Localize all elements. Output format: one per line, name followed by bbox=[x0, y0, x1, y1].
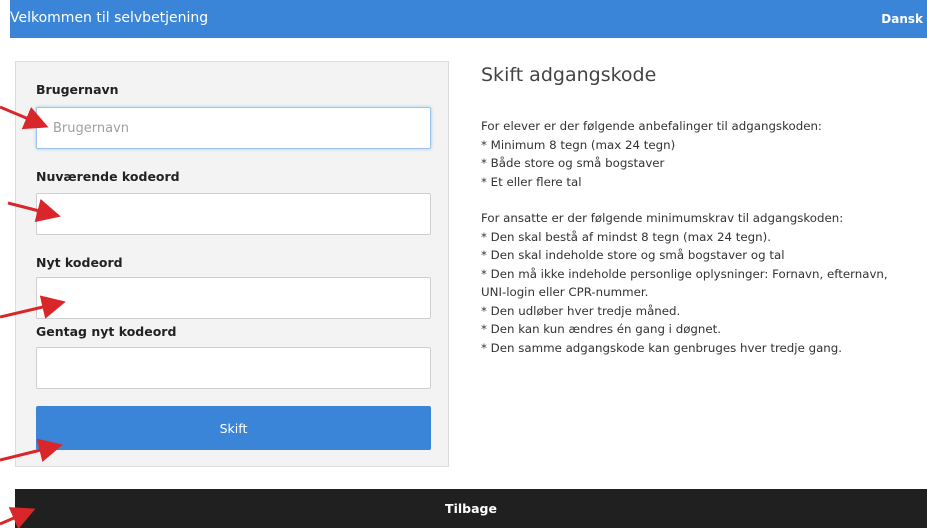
new-password-label: Nyt kodeord bbox=[36, 255, 123, 270]
current-password-label: Nuværende kodeord bbox=[36, 169, 180, 184]
employees-line: * Den kan kun ændres én gang i døgnet. bbox=[481, 322, 722, 336]
employees-line: * Den skal bestå af mindst 8 tegn (max 2… bbox=[481, 229, 771, 244]
username-input[interactable] bbox=[36, 107, 431, 149]
header-bar: Velkommen til selvbetjening Dansk bbox=[10, 0, 927, 38]
submit-button[interactable]: Skift bbox=[36, 406, 431, 450]
students-line: * Minimum 8 tegn (max 24 tegn) bbox=[481, 137, 676, 152]
students-line: * Et eller flere tal bbox=[481, 174, 582, 189]
employees-line: * Den udløber hver tredje måned. bbox=[481, 303, 681, 318]
employees-line: UNI-login eller CPR-nummer. bbox=[481, 285, 649, 299]
employees-line: * Den må ikke indeholde personlige oplys… bbox=[481, 266, 888, 281]
repeat-password-label: Gentag nyt kodeord bbox=[36, 324, 177, 339]
students-line: * Både store og små bogstaver bbox=[481, 156, 665, 170]
students-line: For elever er der følgende anbefalinger … bbox=[481, 119, 822, 133]
password-info: Skift adgangskode For elever er der følg… bbox=[481, 64, 921, 357]
employees-requirements: For ansatte er der følgende minimumskrav… bbox=[481, 209, 921, 357]
current-password-input[interactable] bbox=[36, 193, 431, 235]
username-label: Brugernavn bbox=[36, 82, 119, 97]
employees-line: * Den skal indeholde store og små bogsta… bbox=[481, 248, 785, 262]
change-password-form: Brugernavn Nuværende kodeord Nyt kodeord… bbox=[15, 61, 449, 467]
header-title: Velkommen til selvbetjening bbox=[10, 10, 209, 26]
employees-line: * Den samme adgangskode kan genbruges hv… bbox=[481, 340, 843, 355]
repeat-password-input[interactable] bbox=[36, 347, 431, 389]
new-password-input[interactable] bbox=[36, 277, 431, 319]
language-selector[interactable]: Dansk bbox=[881, 12, 923, 26]
students-requirements: For elever er der følgende anbefalinger … bbox=[481, 117, 921, 191]
info-heading: Skift adgangskode bbox=[481, 64, 657, 86]
back-button[interactable]: Tilbage bbox=[15, 489, 927, 528]
employees-line: For ansatte er der følgende minimumskrav… bbox=[481, 211, 844, 225]
